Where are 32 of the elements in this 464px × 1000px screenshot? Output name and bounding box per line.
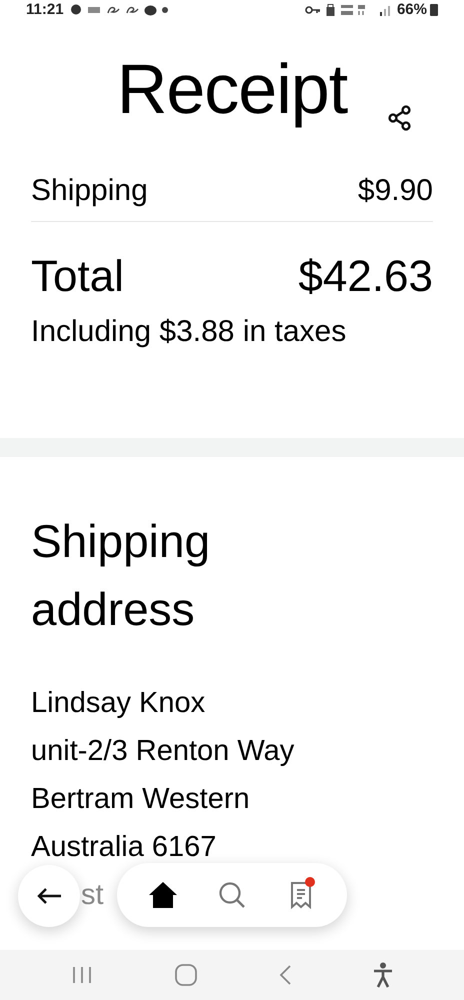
address-line: st (81, 878, 104, 913)
lock-icon (326, 4, 335, 16)
summary-label: Shipping (31, 173, 148, 209)
receipt-icon (288, 881, 313, 909)
address-line: unit-2/3 Renton Way (31, 734, 294, 769)
tax-note: Including $3.88 in taxes (31, 314, 348, 350)
total-label: Total (31, 251, 124, 303)
share-icon (387, 105, 413, 131)
signal-icon (378, 4, 393, 16)
battery-percent: 66% (396, 0, 427, 20)
app-icon (106, 5, 120, 15)
recent-apps-icon[interactable] (70, 965, 94, 985)
back-arrow-icon (36, 887, 62, 905)
app-icon (124, 5, 139, 15)
battery-icon (430, 4, 438, 16)
address-line: Australia 6167 (31, 830, 216, 865)
section-heading: Shipping address (31, 514, 212, 637)
back-icon[interactable] (278, 964, 292, 986)
search-icon (218, 881, 246, 909)
app-icon (86, 6, 101, 14)
app-icon (144, 4, 157, 16)
status-time: 11:21 (26, 0, 64, 20)
accessibility-icon[interactable] (372, 962, 394, 988)
total-value: $42.63 (298, 251, 433, 303)
summary-value: $9.90 (358, 173, 433, 209)
key-icon (304, 6, 321, 14)
address-line: Bertram Western (31, 782, 250, 817)
home-icon (148, 881, 178, 909)
address-line: Lindsay Knox (31, 686, 206, 721)
chat-icon (70, 4, 82, 16)
home-button-icon[interactable] (174, 963, 198, 987)
dot-icon (162, 7, 168, 13)
